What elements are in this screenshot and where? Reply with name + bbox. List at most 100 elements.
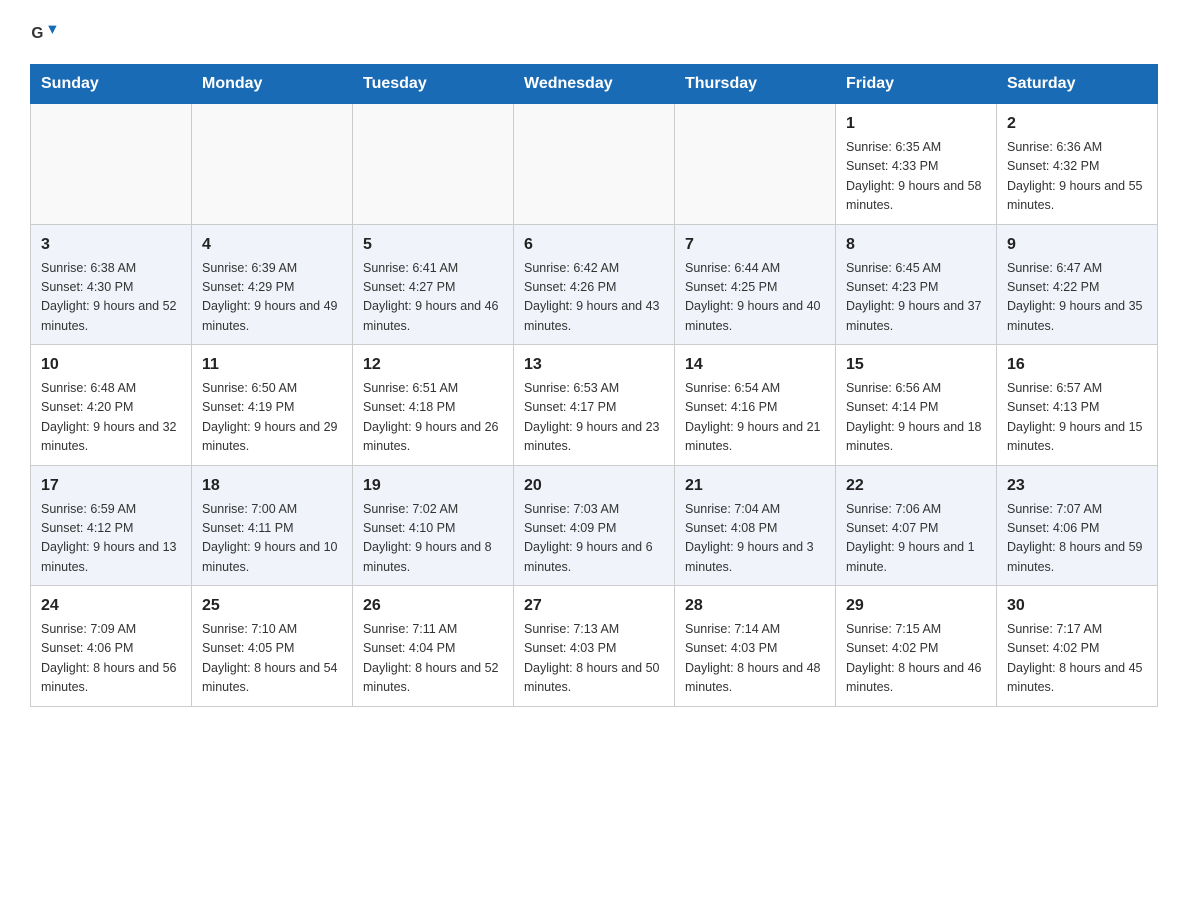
day-info: Sunrise: 6:45 AM Sunset: 4:23 PM Dayligh… [846,259,986,337]
day-number: 23 [1007,474,1147,498]
day-cell [192,104,353,225]
day-number: 27 [524,594,664,618]
day-info: Sunrise: 6:54 AM Sunset: 4:16 PM Dayligh… [685,379,825,457]
day-number: 3 [41,233,181,257]
logo: G [30,20,62,48]
day-info: Sunrise: 6:41 AM Sunset: 4:27 PM Dayligh… [363,259,503,337]
day-number: 30 [1007,594,1147,618]
day-info: Sunrise: 7:04 AM Sunset: 4:08 PM Dayligh… [685,500,825,578]
week-row-2: 3Sunrise: 6:38 AM Sunset: 4:30 PM Daylig… [31,224,1158,345]
day-number: 9 [1007,233,1147,257]
day-info: Sunrise: 7:03 AM Sunset: 4:09 PM Dayligh… [524,500,664,578]
day-number: 24 [41,594,181,618]
day-cell: 19Sunrise: 7:02 AM Sunset: 4:10 PM Dayli… [353,465,514,586]
day-cell: 14Sunrise: 6:54 AM Sunset: 4:16 PM Dayli… [675,345,836,466]
week-row-4: 17Sunrise: 6:59 AM Sunset: 4:12 PM Dayli… [31,465,1158,586]
day-cell: 22Sunrise: 7:06 AM Sunset: 4:07 PM Dayli… [836,465,997,586]
day-number: 26 [363,594,503,618]
day-info: Sunrise: 6:57 AM Sunset: 4:13 PM Dayligh… [1007,379,1147,457]
logo-icon: G [30,20,58,48]
day-number: 29 [846,594,986,618]
page-header: G [30,20,1158,48]
day-cell: 23Sunrise: 7:07 AM Sunset: 4:06 PM Dayli… [997,465,1158,586]
day-cell [353,104,514,225]
day-number: 6 [524,233,664,257]
day-info: Sunrise: 6:53 AM Sunset: 4:17 PM Dayligh… [524,379,664,457]
col-header-friday: Friday [836,65,997,104]
day-info: Sunrise: 7:10 AM Sunset: 4:05 PM Dayligh… [202,620,342,698]
day-cell: 10Sunrise: 6:48 AM Sunset: 4:20 PM Dayli… [31,345,192,466]
day-cell: 3Sunrise: 6:38 AM Sunset: 4:30 PM Daylig… [31,224,192,345]
day-number: 16 [1007,353,1147,377]
day-cell: 28Sunrise: 7:14 AM Sunset: 4:03 PM Dayli… [675,586,836,707]
day-info: Sunrise: 7:11 AM Sunset: 4:04 PM Dayligh… [363,620,503,698]
day-number: 21 [685,474,825,498]
day-cell: 9Sunrise: 6:47 AM Sunset: 4:22 PM Daylig… [997,224,1158,345]
day-number: 8 [846,233,986,257]
day-info: Sunrise: 7:15 AM Sunset: 4:02 PM Dayligh… [846,620,986,698]
day-info: Sunrise: 6:42 AM Sunset: 4:26 PM Dayligh… [524,259,664,337]
day-number: 17 [41,474,181,498]
day-cell: 21Sunrise: 7:04 AM Sunset: 4:08 PM Dayli… [675,465,836,586]
day-info: Sunrise: 6:50 AM Sunset: 4:19 PM Dayligh… [202,379,342,457]
day-info: Sunrise: 7:06 AM Sunset: 4:07 PM Dayligh… [846,500,986,578]
col-header-wednesday: Wednesday [514,65,675,104]
week-row-1: 1Sunrise: 6:35 AM Sunset: 4:33 PM Daylig… [31,104,1158,225]
col-header-saturday: Saturday [997,65,1158,104]
col-header-monday: Monday [192,65,353,104]
day-number: 13 [524,353,664,377]
day-info: Sunrise: 7:14 AM Sunset: 4:03 PM Dayligh… [685,620,825,698]
col-header-thursday: Thursday [675,65,836,104]
day-number: 11 [202,353,342,377]
day-cell: 24Sunrise: 7:09 AM Sunset: 4:06 PM Dayli… [31,586,192,707]
day-info: Sunrise: 6:51 AM Sunset: 4:18 PM Dayligh… [363,379,503,457]
day-cell: 7Sunrise: 6:44 AM Sunset: 4:25 PM Daylig… [675,224,836,345]
day-cell [675,104,836,225]
day-number: 14 [685,353,825,377]
day-cell: 11Sunrise: 6:50 AM Sunset: 4:19 PM Dayli… [192,345,353,466]
day-cell [31,104,192,225]
day-info: Sunrise: 7:09 AM Sunset: 4:06 PM Dayligh… [41,620,181,698]
day-cell: 1Sunrise: 6:35 AM Sunset: 4:33 PM Daylig… [836,104,997,225]
day-info: Sunrise: 6:59 AM Sunset: 4:12 PM Dayligh… [41,500,181,578]
day-info: Sunrise: 6:47 AM Sunset: 4:22 PM Dayligh… [1007,259,1147,337]
svg-text:G: G [31,25,43,42]
day-cell: 30Sunrise: 7:17 AM Sunset: 4:02 PM Dayli… [997,586,1158,707]
day-info: Sunrise: 7:07 AM Sunset: 4:06 PM Dayligh… [1007,500,1147,578]
day-info: Sunrise: 7:13 AM Sunset: 4:03 PM Dayligh… [524,620,664,698]
day-cell: 6Sunrise: 6:42 AM Sunset: 4:26 PM Daylig… [514,224,675,345]
day-info: Sunrise: 6:38 AM Sunset: 4:30 PM Dayligh… [41,259,181,337]
day-info: Sunrise: 6:56 AM Sunset: 4:14 PM Dayligh… [846,379,986,457]
day-info: Sunrise: 6:36 AM Sunset: 4:32 PM Dayligh… [1007,138,1147,216]
day-info: Sunrise: 7:17 AM Sunset: 4:02 PM Dayligh… [1007,620,1147,698]
day-number: 7 [685,233,825,257]
day-cell: 27Sunrise: 7:13 AM Sunset: 4:03 PM Dayli… [514,586,675,707]
day-cell: 25Sunrise: 7:10 AM Sunset: 4:05 PM Dayli… [192,586,353,707]
day-number: 10 [41,353,181,377]
calendar-table: SundayMondayTuesdayWednesdayThursdayFrid… [30,64,1158,707]
day-cell [514,104,675,225]
day-number: 18 [202,474,342,498]
day-number: 2 [1007,112,1147,136]
day-cell: 16Sunrise: 6:57 AM Sunset: 4:13 PM Dayli… [997,345,1158,466]
day-cell: 8Sunrise: 6:45 AM Sunset: 4:23 PM Daylig… [836,224,997,345]
day-number: 5 [363,233,503,257]
day-number: 15 [846,353,986,377]
day-info: Sunrise: 6:39 AM Sunset: 4:29 PM Dayligh… [202,259,342,337]
day-info: Sunrise: 7:02 AM Sunset: 4:10 PM Dayligh… [363,500,503,578]
day-cell: 12Sunrise: 6:51 AM Sunset: 4:18 PM Dayli… [353,345,514,466]
day-info: Sunrise: 6:48 AM Sunset: 4:20 PM Dayligh… [41,379,181,457]
day-info: Sunrise: 6:44 AM Sunset: 4:25 PM Dayligh… [685,259,825,337]
day-number: 1 [846,112,986,136]
day-info: Sunrise: 6:35 AM Sunset: 4:33 PM Dayligh… [846,138,986,216]
day-number: 19 [363,474,503,498]
day-number: 12 [363,353,503,377]
day-cell: 17Sunrise: 6:59 AM Sunset: 4:12 PM Dayli… [31,465,192,586]
day-number: 20 [524,474,664,498]
day-cell: 20Sunrise: 7:03 AM Sunset: 4:09 PM Dayli… [514,465,675,586]
week-row-3: 10Sunrise: 6:48 AM Sunset: 4:20 PM Dayli… [31,345,1158,466]
day-cell: 29Sunrise: 7:15 AM Sunset: 4:02 PM Dayli… [836,586,997,707]
col-header-tuesday: Tuesday [353,65,514,104]
day-number: 28 [685,594,825,618]
day-cell: 26Sunrise: 7:11 AM Sunset: 4:04 PM Dayli… [353,586,514,707]
